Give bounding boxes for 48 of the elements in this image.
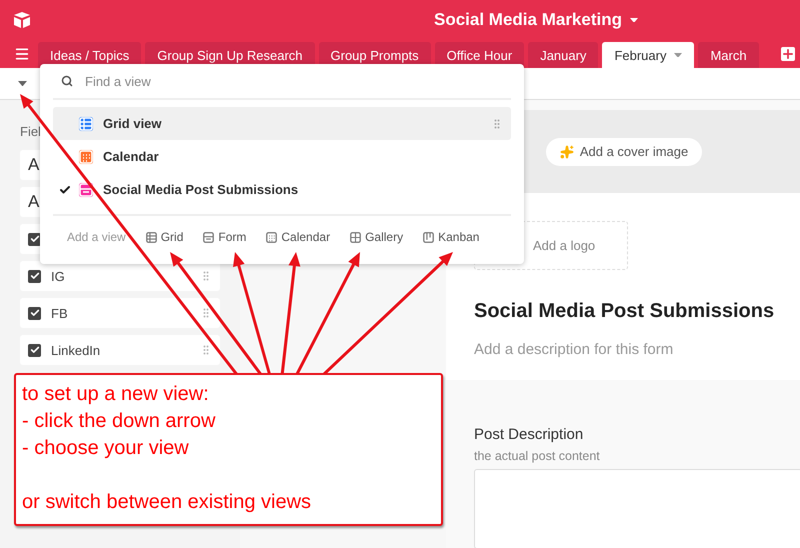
add-view-label: Add a view: [67, 230, 126, 244]
menu-icon[interactable]: [14, 46, 30, 62]
fields-heading: Fiel: [20, 124, 42, 139]
search-icon: [61, 75, 73, 87]
view-item[interactable]: Grid view: [53, 107, 511, 140]
add-cover-image-button[interactable]: Add a cover image: [546, 138, 702, 166]
form-title: Social Media Post Submissions: [474, 300, 774, 323]
base-title[interactable]: Social Media Marketing: [434, 10, 638, 30]
field-checkbox[interactable]: [28, 232, 41, 246]
field-label: FB: [51, 306, 68, 320]
view-item[interactable]: Calendar: [53, 140, 511, 173]
field-checkbox[interactable]: [28, 344, 41, 356]
add-view-option[interactable]: Form: [203, 230, 246, 244]
form-field-help: the actual post content: [474, 449, 601, 463]
kanban-view-icon: [423, 232, 434, 242]
gallery-view-icon: [350, 232, 362, 242]
field-label: LinkedIn: [51, 342, 100, 358]
field-label: IG: [51, 268, 65, 284]
add-view-option[interactable]: Gallery: [350, 230, 404, 244]
calendar-view-icon: [79, 150, 93, 164]
grid-view-icon: [146, 232, 157, 242]
caret-icon: [18, 80, 27, 86]
add-tab-icon[interactable]: [780, 47, 795, 61]
add-view-option[interactable]: Grid: [146, 230, 184, 244]
caret-icon: [630, 18, 638, 22]
view-switcher-caret[interactable]: [18, 80, 27, 86]
callout-text: to set up a new view:: [22, 382, 210, 407]
field-type-glyph: A: [28, 155, 40, 175]
callout-text: - click the down arrow: [22, 409, 216, 434]
calendar-view-icon: [266, 232, 278, 242]
table-tab[interactable]: February: [602, 42, 694, 68]
add-view-option[interactable]: Calendar: [266, 230, 330, 244]
caret-icon: [674, 52, 682, 58]
field-checkbox[interactable]: [28, 306, 41, 320]
table-tab[interactable]: January: [528, 42, 598, 68]
field-row[interactable]: LinkedIn: [20, 335, 220, 365]
table-tab[interactable]: March: [698, 42, 759, 68]
form-view-icon: [203, 232, 214, 242]
check-icon: [59, 184, 71, 196]
callout-text: - choose your view: [22, 436, 190, 461]
form-field-label: Post Description: [474, 426, 584, 443]
field-checkbox[interactable]: [28, 270, 41, 282]
field-type-glyph: A: [28, 192, 40, 212]
sparkle-icon: [560, 144, 574, 158]
box-logo-icon[interactable]: [12, 11, 32, 29]
grid-view-icon: [79, 116, 93, 130]
callout-text: or switch between existing views: [22, 490, 312, 515]
field-row[interactable]: FB: [20, 298, 220, 328]
